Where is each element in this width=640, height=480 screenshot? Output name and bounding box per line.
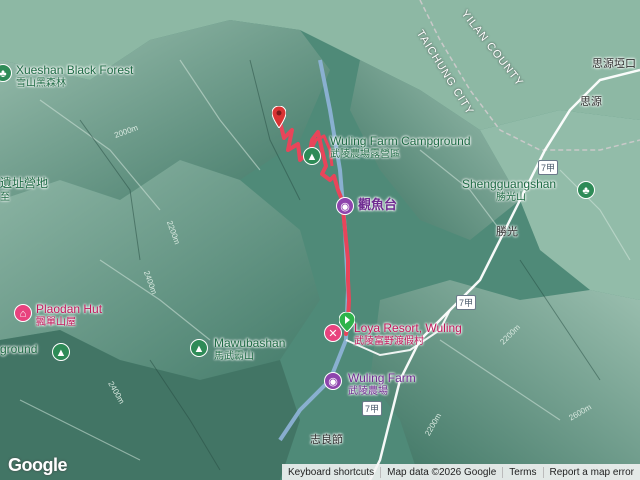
tent-icon: ▲ [303, 147, 321, 165]
poi-sublabel: 飄單山屋 [36, 316, 76, 328]
peak-icon: ▲ [190, 339, 208, 357]
poi-label: Xueshan Black Forest [16, 63, 134, 77]
camera-icon: ◉ [336, 197, 354, 215]
road-shield-7a: 7甲 [362, 401, 383, 416]
tent-icon: ▲ [52, 343, 70, 361]
poi-sublabel: 武陵富野渡假村 [354, 335, 424, 347]
map-footer: Keyboard shortcuts Map data ©2026 Google… [281, 464, 640, 480]
map-data-attribution: Map data ©2026 Google [380, 466, 502, 478]
poi-label: Shengguangshan [462, 177, 557, 191]
google-logo: Google [8, 455, 68, 475]
poi-label: Mawubashan [214, 336, 286, 350]
poi-label: ground [0, 342, 38, 356]
place-label-left-site: 遺址營地 [0, 176, 49, 190]
poi-label: Wuling Farm Campground [330, 134, 471, 148]
place-label-zhiliangjie: 志良節 [310, 434, 343, 446]
poi-sublabel: 雪山黑森林 [16, 77, 66, 89]
camera-icon: ◉ [324, 372, 342, 390]
hotel-icon: ✕ [324, 324, 342, 342]
road-shield-7a: 7甲 [456, 295, 477, 310]
route-end-marker[interactable] [271, 105, 287, 129]
poi-label: 觀魚台 [358, 197, 398, 212]
poi-label: Loya Resort, Wuling [354, 321, 462, 335]
road-shield-7a: 7甲 [538, 160, 559, 175]
terms-link[interactable]: Terms [502, 466, 542, 478]
hut-icon: ⌂ [14, 304, 32, 322]
keyboard-shortcuts-link[interactable]: Keyboard shortcuts [282, 467, 380, 478]
poi-label: Wuling Farm [348, 371, 416, 385]
tree-icon: ♣ [577, 181, 595, 199]
poi-sublabel: 勝光山 [496, 191, 526, 203]
place-label-left-site-ghost: 至 [0, 192, 10, 203]
place-label-siyuan: 思源 [580, 96, 602, 108]
end-pin-icon [271, 105, 287, 129]
place-label-siyuan-pass: 思源埡口 [592, 58, 636, 70]
poi-sublabel: 武陵農場露營區 [330, 148, 400, 160]
poi-sublabel: 武陵農場 [348, 385, 388, 397]
poi-sublabel: 馬武霸山 [214, 350, 254, 362]
poi-label: Plaodan Hut [36, 302, 103, 316]
report-map-error-link[interactable]: Report a map error [542, 466, 640, 478]
map-canvas[interactable]: YILAN COUNTY TAICHUNG CITY ♣ Xueshan Bla… [0, 0, 640, 480]
place-label-shengguang: 勝光 [496, 226, 518, 238]
